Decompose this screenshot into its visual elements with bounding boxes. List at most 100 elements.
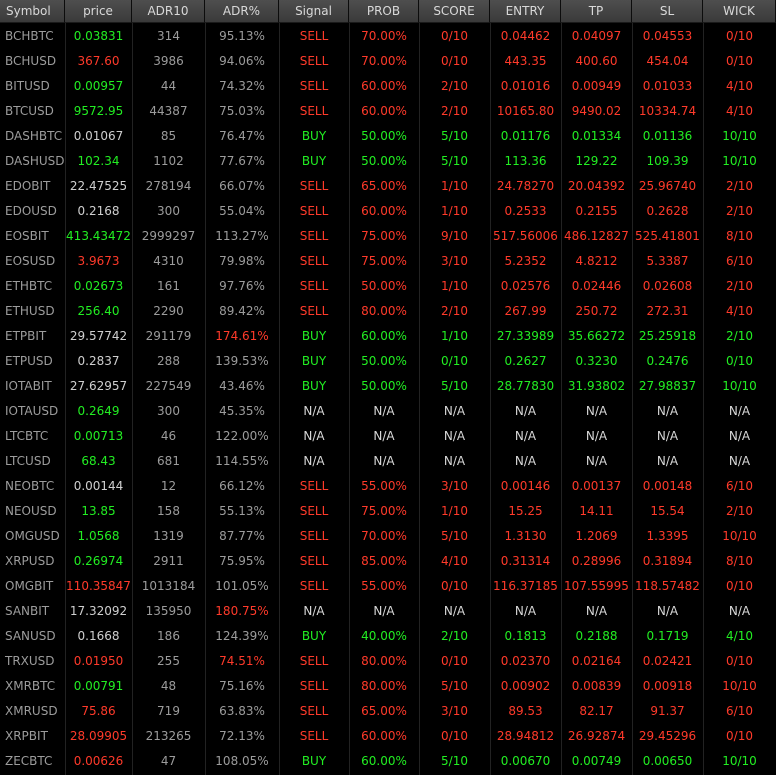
header-symbol[interactable]: Symbol: [0, 0, 65, 23]
cell-sl: 0.01136: [642, 128, 693, 143]
cell-price: 0.01067: [73, 128, 124, 143]
cell-sl: 0.31894: [642, 553, 693, 568]
cell-wick: 10/10: [722, 378, 757, 393]
header-adr-percent[interactable]: ADR%: [205, 0, 279, 23]
cell-symbol: EDOUSD: [5, 203, 57, 218]
cell-sl: 525.41801: [635, 228, 700, 243]
table-row[interactable]: IOTAUSD 0.2649 300 45.35% N/A N/A N/A N/A N/A N/A…: [0, 398, 776, 423]
table-row[interactable]: DASHBTC 0.01067 85 76.47% BUY 50.00% 5/10 0.011…: [0, 123, 776, 148]
cell-prob: 60.00%: [361, 753, 407, 768]
table-row[interactable]: BCHBTC 0.03831 314 95.13% SELL 70.00% 0/10 0.04…: [0, 23, 776, 48]
cell-prob: 80.00%: [361, 678, 407, 693]
table-row[interactable]: LTCBTC 0.00713 46 122.00% N/A N/A N/A N/A N/A N/A…: [0, 423, 776, 448]
cell-adr10: 227549: [145, 378, 192, 393]
cell-prob: 55.00%: [361, 478, 407, 493]
table-row[interactable]: OMGUSD 1.0568 1319 87.77% SELL 70.00% 5/10 1.31…: [0, 523, 776, 548]
table-row[interactable]: OMGBIT 110.35847 1013184 101.05% SELL 55.00% 0…: [0, 573, 776, 598]
header-score[interactable]: SCORE: [419, 0, 490, 23]
cell-symbol: NEOUSD: [5, 503, 57, 518]
cell-symbol: EOSBIT: [5, 228, 49, 243]
table-row[interactable]: EOSBIT 413.43472 2999297 113.27% SELL 75.00% 9…: [0, 223, 776, 248]
cell-tp: 0.00839: [571, 678, 622, 693]
table-row[interactable]: ZECBTC 0.00626 47 108.05% BUY 60.00% 5/10 0.006…: [0, 748, 776, 773]
cell-adr10: 85: [160, 128, 177, 143]
cell-prob: 50.00%: [361, 128, 407, 143]
cell-signal: N/A: [303, 603, 325, 618]
table-row[interactable]: XMRUSD 75.86 719 63.83% SELL 65.00% 3/10 89.53 8…: [0, 698, 776, 723]
table-row[interactable]: XRPBIT 28.09905 213265 72.13% SELL 60.00% 0/10…: [0, 723, 776, 748]
header-signal[interactable]: Signal: [279, 0, 349, 23]
table-row[interactable]: ETPUSD 0.2837 288 139.53% BUY 50.00% 0/10 0.262…: [0, 348, 776, 373]
table-row[interactable]: EDOBIT 22.47525 278194 66.07% SELL 65.00% 1/10…: [0, 173, 776, 198]
cell-tp: 400.60: [575, 53, 618, 68]
table-row[interactable]: EOSUSD 3.9673 4310 79.98% SELL 75.00% 3/10 5.23…: [0, 248, 776, 273]
table-row[interactable]: DASHUSD 102.34 1102 77.67% BUY 50.00% 5/10 113.…: [0, 148, 776, 173]
cell-score: 2/10: [441, 628, 468, 643]
cell-prob: 65.00%: [361, 703, 407, 718]
cell-signal: SELL: [299, 178, 329, 193]
cell-wick: 4/10: [726, 78, 753, 93]
cell-sl: 0.00148: [642, 478, 693, 493]
table-row[interactable]: EDOUSD 0.2168 300 55.04% SELL 60.00% 1/10 0.253…: [0, 198, 776, 223]
cell-signal: SELL: [299, 678, 329, 693]
header-price[interactable]: price: [65, 0, 132, 23]
cell-adr-percent: 76.47%: [219, 128, 265, 143]
cell-price: 22.47525: [69, 178, 128, 193]
cell-sl: N/A: [656, 453, 679, 468]
table-row[interactable]: XRPUSD 0.26974 2911 75.95% SELL 85.00% 4/10 0.3…: [0, 548, 776, 573]
cell-adr10: 12: [160, 478, 177, 493]
table-row[interactable]: BTCUSD 9572.95 44387 75.03% SELL 60.00% 2/10 10…: [0, 98, 776, 123]
cell-prob: 70.00%: [361, 528, 407, 543]
cell-sl: 0.00650: [642, 753, 693, 768]
table-row[interactable]: ETHBTC 0.02673 161 97.76% SELL 50.00% 1/10 0.02…: [0, 273, 776, 298]
table-row[interactable]: NEOBTC 0.00144 12 66.12% SELL 55.00% 3/10 0.001…: [0, 473, 776, 498]
cell-wick: N/A: [728, 403, 751, 418]
cell-wick: 10/10: [722, 678, 757, 693]
cell-symbol: DASHUSD: [5, 153, 65, 168]
cell-entry: 113.36: [504, 153, 547, 168]
cell-entry: N/A: [514, 428, 537, 443]
table-row[interactable]: ETPBIT 29.57742 291179 174.61% BUY 60.00% 1/10…: [0, 323, 776, 348]
cell-score: 1/10: [441, 503, 468, 518]
cell-adr-percent: 63.83%: [219, 703, 265, 718]
cell-symbol: XMRUSD: [5, 703, 58, 718]
cell-entry: 0.02576: [500, 278, 551, 293]
table-row[interactable]: ETHUSD 256.40 2290 89.42% SELL 80.00% 2/10 267.…: [0, 298, 776, 323]
cell-score: 5/10: [441, 378, 468, 393]
cell-symbol: SANBIT: [5, 603, 50, 618]
cell-signal: SELL: [299, 578, 329, 593]
table-row[interactable]: IOTABIT 27.62957 227549 43.46% BUY 50.00% 5/10…: [0, 373, 776, 398]
header-wick[interactable]: WICK: [703, 0, 776, 23]
table-row[interactable]: BITUSD 0.00957 44 74.32% SELL 60.00% 2/10 0.010…: [0, 73, 776, 98]
cell-score: N/A: [443, 403, 466, 418]
cell-entry: N/A: [514, 453, 537, 468]
cell-adr-percent: 97.76%: [219, 278, 265, 293]
header-adr10[interactable]: ADR10: [132, 0, 205, 23]
table-row[interactable]: XMRBTC 0.00791 48 75.16% SELL 80.00% 5/10 0.009…: [0, 673, 776, 698]
table-row[interactable]: SANUSD 0.1668 186 124.39% BUY 40.00% 2/10 0.181…: [0, 623, 776, 648]
header-prob[interactable]: PROB: [349, 0, 419, 23]
table-row[interactable]: SANBIT 17.32092 135950 180.75% N/A N/A N/A N/A N…: [0, 598, 776, 623]
table-row[interactable]: TRXUSD 0.01950 255 74.51% SELL 80.00% 0/10 0.02…: [0, 648, 776, 673]
cell-tp: 1.2069: [575, 528, 618, 543]
cell-adr-percent: 122.00%: [215, 428, 269, 443]
cell-sl: 25.96740: [638, 178, 697, 193]
cell-wick: 2/10: [726, 178, 753, 193]
cell-wick: 10/10: [722, 153, 757, 168]
cell-wick: 8/10: [726, 228, 753, 243]
cell-prob: N/A: [373, 453, 395, 468]
cell-score: 5/10: [441, 753, 468, 768]
cell-prob: N/A: [373, 403, 395, 418]
cell-signal: SELL: [299, 253, 329, 268]
header-entry[interactable]: ENTRY: [490, 0, 561, 23]
cell-signal: SELL: [299, 28, 329, 43]
cell-adr-percent: 77.67%: [219, 153, 265, 168]
table-row[interactable]: BCHUSD 367.60 3986 94.06% SELL 70.00% 0/10 443.…: [0, 48, 776, 73]
cell-wick: 10/10: [722, 528, 757, 543]
header-sl[interactable]: SL: [632, 0, 703, 23]
cell-price: 0.00144: [73, 478, 124, 493]
table-row[interactable]: NEOUSD 13.85 158 55.13% SELL 75.00% 1/10 15.25 1…: [0, 498, 776, 523]
table-row[interactable]: LTCUSD 68.43 681 114.55% N/A N/A N/A N/A N/A N/A N…: [0, 448, 776, 473]
cell-sl: 0.1719: [646, 628, 689, 643]
header-tp[interactable]: TP: [561, 0, 632, 23]
